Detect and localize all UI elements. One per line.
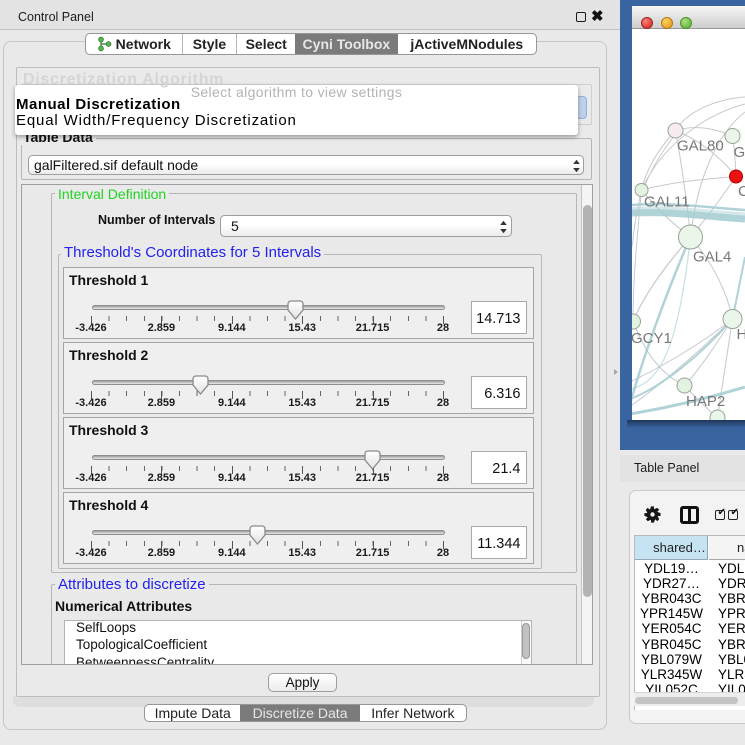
svg-text:GCY1: GCY1 [632,330,672,347]
svg-text:HAP2: HAP2 [686,393,725,410]
svg-text:GA: GA [734,144,745,161]
svg-text:GAL4: GAL4 [693,249,731,266]
svg-text:H: H [737,326,745,343]
svg-text:GAL80: GAL80 [677,138,724,155]
svg-text:C: C [738,183,745,200]
svg-text:GAL11: GAL11 [644,194,690,211]
